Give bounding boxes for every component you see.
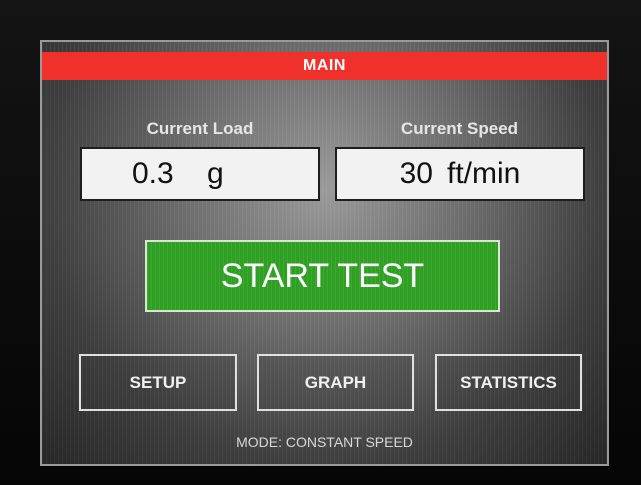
device-bezel: MAIN Current Load Current Speed 0.3 g 30… <box>0 0 641 485</box>
current-speed-display: 30 ft/min <box>335 147 585 201</box>
start-test-label: START TEST <box>220 256 425 295</box>
touch-screen: MAIN Current Load Current Speed 0.3 g 30… <box>40 40 609 466</box>
graph-label: GRAPH <box>304 372 367 392</box>
current-load-unit: g <box>207 157 224 190</box>
statistics-button[interactable]: STATISTICS <box>435 354 582 411</box>
start-test-button[interactable]: START TEST <box>145 240 500 312</box>
current-speed-label: Current Speed <box>400 119 519 138</box>
title-bar: MAIN <box>42 52 607 80</box>
screen-title: MAIN <box>303 57 346 74</box>
current-speed-value: 30 <box>399 157 433 190</box>
graph-button[interactable]: GRAPH <box>257 354 414 411</box>
current-load-value: 0.3 <box>132 157 174 190</box>
current-load-display: 0.3 g <box>80 147 320 201</box>
statistics-label: STATISTICS <box>460 372 557 392</box>
mode-status: MODE: CONSTANT SPEED <box>236 434 413 450</box>
current-speed-unit: ft/min <box>447 157 521 190</box>
setup-label: SETUP <box>129 372 187 392</box>
current-load-label: Current Load <box>146 119 254 138</box>
setup-button[interactable]: SETUP <box>79 354 237 411</box>
